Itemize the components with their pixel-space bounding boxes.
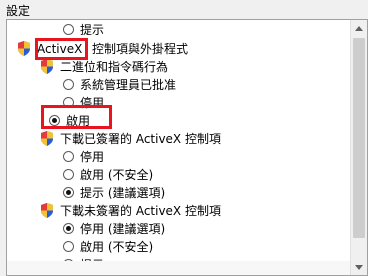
scroll-down-button[interactable] [351, 259, 367, 275]
setting-label: 二進位和指令碼行為 [60, 60, 169, 74]
option-label: 系統管理員已批准 [80, 78, 177, 92]
horizontal-scrollbar[interactable] [7, 261, 351, 275]
setting-label: 下載已簽署的 ActiveX 控制項 [60, 132, 221, 146]
setting-binary-script-behaviors[interactable]: 二進位和指令碼行為 [7, 58, 347, 76]
option-disable[interactable]: 停用 [7, 94, 347, 112]
radio-button-selected[interactable] [63, 223, 74, 234]
option-label: 停用 [80, 150, 105, 164]
option-label: 提示 [80, 23, 105, 37]
setting-download-unsigned-activex[interactable]: 下載未簽署的 ActiveX 控制項 [7, 202, 347, 220]
security-shield-icon [18, 41, 30, 56]
category-label-prefix: ActiveX [37, 42, 83, 56]
chevron-down-icon [355, 264, 363, 270]
option-admin-approved[interactable]: 系統管理員已批准 [7, 76, 347, 94]
option-label: 停用 [80, 96, 105, 110]
option-label: 停用 (建議選項) [80, 222, 166, 236]
option-disable-recommended[interactable]: 停用 (建議選項) [7, 220, 347, 238]
security-shield-icon [41, 203, 53, 218]
radio-button-selected[interactable] [49, 115, 60, 126]
vertical-scrollbar[interactable] [350, 20, 367, 275]
category-activex[interactable]: ActiveX 控制項與外掛程式 [7, 40, 347, 58]
radio-button[interactable] [63, 241, 74, 252]
scrollbar-thumb[interactable] [353, 38, 365, 238]
radio-button-selected[interactable] [63, 187, 74, 198]
option-disable[interactable]: 停用 [7, 148, 347, 166]
option-enable[interactable]: 啟用 [7, 112, 347, 130]
category-label-rest: 控制項與外掛程式 [92, 42, 189, 56]
radio-button[interactable] [63, 24, 74, 35]
setting-download-signed-activex[interactable]: 下載已簽署的 ActiveX 控制項 [7, 130, 347, 148]
option-prompt-top[interactable]: 提示 [7, 21, 347, 39]
option-label: 提示 (建議選項) [80, 186, 166, 200]
option-label: 啟用 (不安全) [80, 240, 154, 254]
option-prompt-recommended[interactable]: 提示 (建議選項) [7, 184, 347, 202]
radio-button[interactable] [63, 97, 74, 108]
option-label: 啟用 (不安全) [80, 168, 154, 182]
radio-button[interactable] [63, 79, 74, 90]
chevron-up-icon [355, 25, 363, 31]
option-enable-unsafe[interactable]: 啟用 (不安全) [7, 166, 347, 184]
option-enable-unsafe[interactable]: 啟用 (不安全) [7, 238, 347, 256]
option-label: 啟用 [66, 114, 91, 128]
security-shield-icon [41, 131, 53, 146]
settings-list[interactable]: 提示 ActiveX 控制項與外掛程式 二進位和指令碼行為 系統管理員已批准 停… [6, 19, 368, 276]
radio-button[interactable] [63, 151, 74, 162]
setting-label: 下載未簽署的 ActiveX 控制項 [60, 204, 221, 218]
radio-button[interactable] [63, 169, 74, 180]
group-title: 設定 [6, 4, 31, 18]
scroll-up-button[interactable] [351, 20, 367, 36]
security-shield-icon [41, 59, 53, 74]
